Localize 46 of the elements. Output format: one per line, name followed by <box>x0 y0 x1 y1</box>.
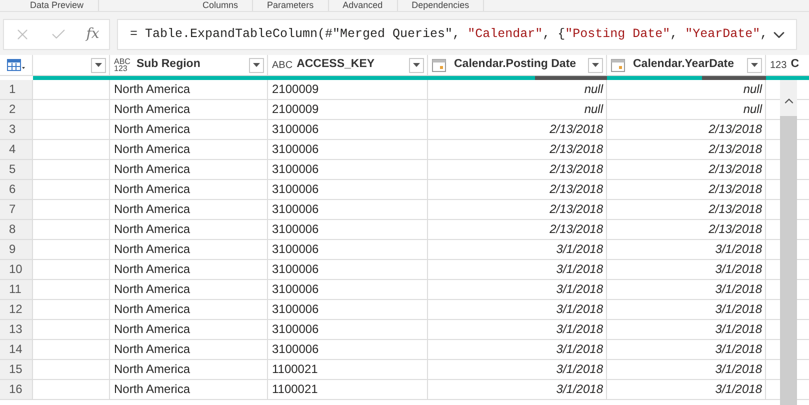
calendar-icon <box>432 58 446 72</box>
dropdown-button[interactable] <box>91 58 106 72</box>
type-icon: 123 <box>770 58 787 72</box>
row-number: 10 <box>0 260 33 279</box>
row-number: 11 <box>0 280 33 299</box>
type-icon: ABC 123 <box>114 58 130 72</box>
row-number: 5 <box>0 160 33 179</box>
column-header[interactable]: ABC ACCESS_KEY <box>268 55 428 75</box>
row-number: 6 <box>0 180 33 199</box>
dropdown-button[interactable] <box>588 58 603 72</box>
row-number: 14 <box>0 340 33 359</box>
ribbon-tab[interactable]: Advanced <box>328 0 398 11</box>
caret-icon <box>253 63 260 67</box>
column-header[interactable]: Calendar.YearDate <box>607 55 766 75</box>
ribbon-tab[interactable]: Parameters <box>253 0 329 11</box>
column-header[interactable]: Calendar.Posting Date <box>428 55 607 75</box>
row-number: 8 <box>0 220 33 239</box>
row-number: 7 <box>0 200 33 219</box>
row-number: 1 <box>0 80 33 99</box>
type-icon: ABC <box>272 58 293 72</box>
row-number: 9 <box>0 240 33 259</box>
error-segment <box>702 76 766 80</box>
ribbon-tab[interactable]: Columns <box>188 0 254 11</box>
calendar-icon <box>611 58 625 72</box>
dropdown-button[interactable] <box>747 58 762 72</box>
caret-icon <box>413 63 420 67</box>
formula-text: = Table.ExpandTableColumn(#"Merged Queries", "Calendar", {"Posting Date", "YearDate", <box>130 26 769 44</box>
row-number: 12 <box>0 300 33 319</box>
dropdown-button[interactable] <box>249 58 264 72</box>
error-segment <box>535 76 607 80</box>
formula-field[interactable]: = Table.ExpandTableColumn(#"Merged Queries", "Calendar", {"Posting Date", "YearDate", <box>117 19 797 50</box>
column-header[interactable]: 123 C <box>766 55 809 75</box>
caret-icon <box>751 63 758 67</box>
ribbon-tab[interactable]: Dependencies <box>398 0 484 11</box>
row-number: 2 <box>0 100 33 119</box>
dropdown-button[interactable] <box>409 58 424 72</box>
caret-icon <box>95 63 102 67</box>
row-number: 15 <box>0 360 33 379</box>
row-number: 16 <box>0 380 33 399</box>
row-number: 4 <box>0 140 33 159</box>
row-number: 3 <box>0 120 33 139</box>
row-number: 13 <box>0 320 33 339</box>
fx-button[interactable]: fx <box>86 24 100 45</box>
ribbon-tab[interactable]: Data Preview <box>16 0 99 11</box>
caret-icon <box>592 63 599 67</box>
table-icon <box>7 59 25 71</box>
